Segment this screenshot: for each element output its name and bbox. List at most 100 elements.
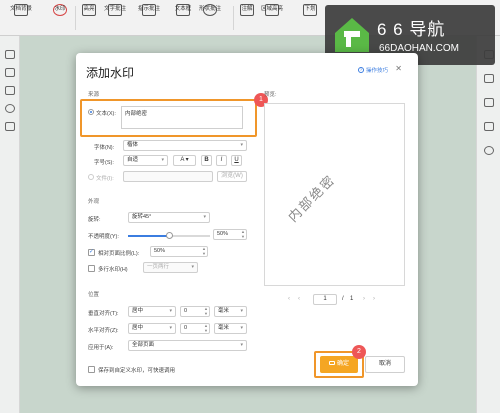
preview-label: 预览: xyxy=(264,92,277,98)
horizontal-align-value: 居中 xyxy=(132,325,144,331)
vertical-unit-value: 毫米 xyxy=(218,308,230,314)
chevron-down-icon: ▾ xyxy=(203,214,206,220)
chevron-down-icon: ▾ xyxy=(240,308,243,314)
relative-scale-value: 50% xyxy=(154,248,166,254)
bold-button[interactable]: B xyxy=(201,155,212,166)
chevron-down-icon: ▾ xyxy=(240,142,243,148)
font-select[interactable]: 楷体 ▾ xyxy=(123,140,247,151)
toolbar-annotation-button[interactable]: 注解 xyxy=(240,4,254,34)
prev-page-icon[interactable]: ‹ xyxy=(288,296,290,302)
toolbar-label: 区域高亮 xyxy=(261,6,284,12)
spinner-icon[interactable]: ▲ ▼ xyxy=(202,246,206,256)
size-label: 字号(S): xyxy=(94,160,114,166)
chevron-down-icon: ▾ xyxy=(240,342,243,348)
horizontal-offset-input[interactable]: 0 ▲ ▼ xyxy=(180,323,210,334)
bookmark-icon[interactable] xyxy=(5,68,15,77)
save-custom-checkbox[interactable] xyxy=(88,366,95,373)
page-separator: / xyxy=(342,296,344,302)
source-section-title: 来源 xyxy=(88,92,100,98)
opacity-label: 不透明度(Y): xyxy=(88,234,119,240)
horizontal-unit-select[interactable]: 毫米 ▾ xyxy=(214,323,247,334)
toolbar-label: 形状批注 xyxy=(199,6,222,12)
preview-watermark-text: 内部绝密 xyxy=(285,172,339,226)
settings-icon[interactable] xyxy=(484,74,494,83)
relative-scale-input[interactable]: 50% ▲ ▼ xyxy=(150,246,208,257)
toolbar-underline-button[interactable]: 下划 xyxy=(303,4,317,34)
horizontal-align-select[interactable]: 居中 ▾ xyxy=(128,323,176,334)
right-sidebar xyxy=(476,36,500,413)
toolbar-label: 文字批注 xyxy=(104,6,127,12)
spinner-icon[interactable]: ▲ ▼ xyxy=(204,306,208,316)
vertical-align-label: 垂直对齐(T): xyxy=(88,311,119,317)
thumbnail-icon[interactable] xyxy=(5,50,15,59)
multiline-value: 一页两行 xyxy=(147,264,170,270)
spinner-icon[interactable]: ▲ ▼ xyxy=(204,323,208,333)
font-color-icon: A ▾ xyxy=(180,157,189,163)
toolbar-document-background-button[interactable]: 文档背景 xyxy=(10,4,32,34)
font-color-button[interactable]: A ▾ xyxy=(173,155,196,166)
file-source-radio[interactable] xyxy=(88,174,94,180)
toolbar-area-highlight-button[interactable]: 区域高亮 xyxy=(261,4,283,34)
logo-title: 6 6 导航 xyxy=(377,20,446,39)
toolbar-textbox-button[interactable]: 文本框 xyxy=(174,4,192,34)
chevron-down-icon: ▾ xyxy=(169,308,172,314)
help-icon: ? xyxy=(357,67,364,73)
help-label: 操作技巧 xyxy=(365,68,388,74)
apply-to-select[interactable]: 全部页面 ▾ xyxy=(128,340,247,351)
toolbar-label: 下划 xyxy=(304,6,316,12)
vertical-align-select[interactable]: 居中 ▾ xyxy=(128,306,176,317)
toolbar-label: 文本框 xyxy=(174,6,192,12)
toolbar-label: 水印 xyxy=(54,6,66,12)
file-path-input[interactable] xyxy=(123,171,213,182)
attachment-icon[interactable] xyxy=(5,104,15,113)
position-section-title: 位置 xyxy=(88,292,100,298)
italic-button[interactable]: I xyxy=(216,155,227,166)
browse-button[interactable]: 浏览(W) xyxy=(217,171,247,182)
help-icon[interactable] xyxy=(484,146,494,155)
toolbar-arrow-note-button[interactable]: 指示批注 xyxy=(138,4,160,34)
appearance-section-title: 外观 xyxy=(88,199,100,205)
adjust-icon[interactable] xyxy=(484,98,494,107)
vertical-offset-input[interactable]: 0 ▲ ▼ xyxy=(180,306,210,317)
comment-icon[interactable] xyxy=(5,86,15,95)
rotation-select[interactable]: 旋转45° ▾ xyxy=(128,212,210,223)
apply-to-label: 应用于(A): xyxy=(88,345,114,351)
vertical-unit-select[interactable]: 毫米 ▾ xyxy=(214,306,247,317)
page-number-input[interactable]: 1 xyxy=(313,294,337,305)
layers-icon[interactable] xyxy=(5,122,15,131)
help-link[interactable]: ? 操作技巧 xyxy=(357,66,388,74)
cancel-button[interactable]: 取消 xyxy=(365,356,405,373)
last-page-icon[interactable]: › xyxy=(373,296,375,302)
translate-icon[interactable] xyxy=(484,122,494,131)
next-page-icon[interactable]: › xyxy=(363,296,365,302)
left-sidebar xyxy=(0,36,20,413)
toolbar-watermark-button[interactable]: 水印 xyxy=(53,4,67,34)
font-value: 楷体 xyxy=(127,142,139,148)
chevron-down-icon: ▾ xyxy=(161,157,164,163)
save-custom-label: 保存到自定义水印，可快速调用 xyxy=(98,368,176,374)
underline-button[interactable]: U xyxy=(231,155,242,166)
toolbar-shape-note-button[interactable]: 形状批注 xyxy=(199,4,221,34)
rotation-value: 旋转45° xyxy=(132,214,152,220)
toolbar-label: 高亮 xyxy=(83,6,95,12)
step-badge-2: 2 xyxy=(352,345,366,359)
opacity-value: 50% xyxy=(217,231,229,237)
toolbar-text-note-button[interactable]: 文字批注 xyxy=(104,4,126,34)
toolbar-label: 指示批注 xyxy=(138,6,161,12)
spinner-icon[interactable]: ▲ ▼ xyxy=(241,229,245,239)
multiline-checkbox[interactable] xyxy=(88,265,95,272)
chevron-down-icon: ▾ xyxy=(169,325,172,331)
close-icon[interactable]: ✕ xyxy=(395,64,402,73)
relative-scale-checkbox[interactable] xyxy=(88,248,95,256)
page-total: 1 xyxy=(350,296,354,302)
horizontal-align-label: 水平对齐(Z): xyxy=(88,328,119,334)
first-page-icon[interactable]: ‹ xyxy=(298,296,300,302)
add-watermark-dialog: 添加水印 ? 操作技巧 ✕ 来源 文本(X): 内部绝密 1 字体(N): 楷体… xyxy=(76,53,418,386)
apply-to-value: 全部页面 xyxy=(132,342,155,348)
multiline-select[interactable]: 一页两行 ▾ xyxy=(143,262,198,273)
toolbar-highlight-button[interactable]: 高亮 xyxy=(82,4,96,34)
opacity-slider-handle[interactable] xyxy=(165,232,173,239)
horizontal-unit-value: 毫米 xyxy=(218,325,230,331)
opacity-input[interactable]: 50% ▲ ▼ xyxy=(213,229,247,240)
size-select[interactable]: 自适 ▾ xyxy=(123,155,168,166)
